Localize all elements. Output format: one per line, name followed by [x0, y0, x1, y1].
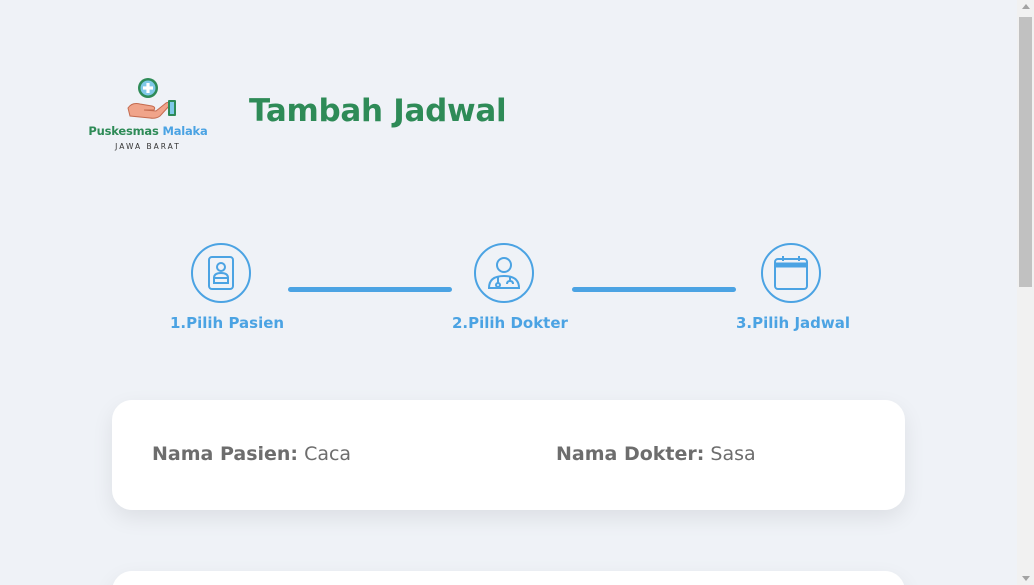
patient-name-field: Nama Pasien: Caca	[152, 443, 351, 465]
hand-medical-cross-icon	[127, 78, 176, 119]
step-2-circle[interactable]	[474, 243, 534, 303]
step-2-label[interactable]: 2.Pilih Dokter	[452, 314, 568, 332]
step-connector-1	[288, 287, 452, 292]
page-title: Tambah Jadwal	[249, 93, 507, 129]
scroll-up-arrow-icon[interactable]	[1022, 4, 1030, 9]
patient-id-icon	[208, 256, 234, 290]
step-connector-2	[572, 287, 736, 292]
logo-name-part2: Malaka	[162, 124, 208, 138]
doctor-name-field: Nama Dokter: Sasa	[556, 443, 756, 465]
page: Puskesmas Malaka JAWA BARAT Tambah Jadwa…	[0, 0, 1034, 585]
doctor-name-value: Sasa	[710, 443, 756, 465]
logo-name: Puskesmas Malaka	[84, 124, 212, 138]
patient-name-value: Caca	[304, 443, 352, 465]
doctor-name-key: Nama Dokter:	[556, 443, 705, 465]
step-1-label[interactable]: 1.Pilih Pasien	[170, 314, 284, 332]
step-1-circle[interactable]	[191, 243, 251, 303]
scrollbar-thumb[interactable]	[1019, 17, 1032, 287]
summary-card: Nama Pasien: Caca Nama Dokter: Sasa	[112, 400, 905, 510]
schedule-card	[112, 571, 905, 585]
step-3-label[interactable]: 3.Pilih Jadwal	[736, 314, 850, 332]
logo[interactable]: Puskesmas Malaka JAWA BARAT	[84, 76, 212, 156]
vertical-scrollbar[interactable]	[1017, 0, 1034, 585]
doctor-icon	[487, 257, 521, 289]
logo-name-part1: Puskesmas	[88, 124, 159, 138]
scroll-down-arrow-icon[interactable]	[1022, 576, 1030, 581]
patient-name-key: Nama Pasien:	[152, 443, 299, 465]
logo-region: JAWA BARAT	[115, 142, 181, 151]
step-3-circle[interactable]	[761, 243, 821, 303]
calendar-icon	[774, 256, 808, 290]
